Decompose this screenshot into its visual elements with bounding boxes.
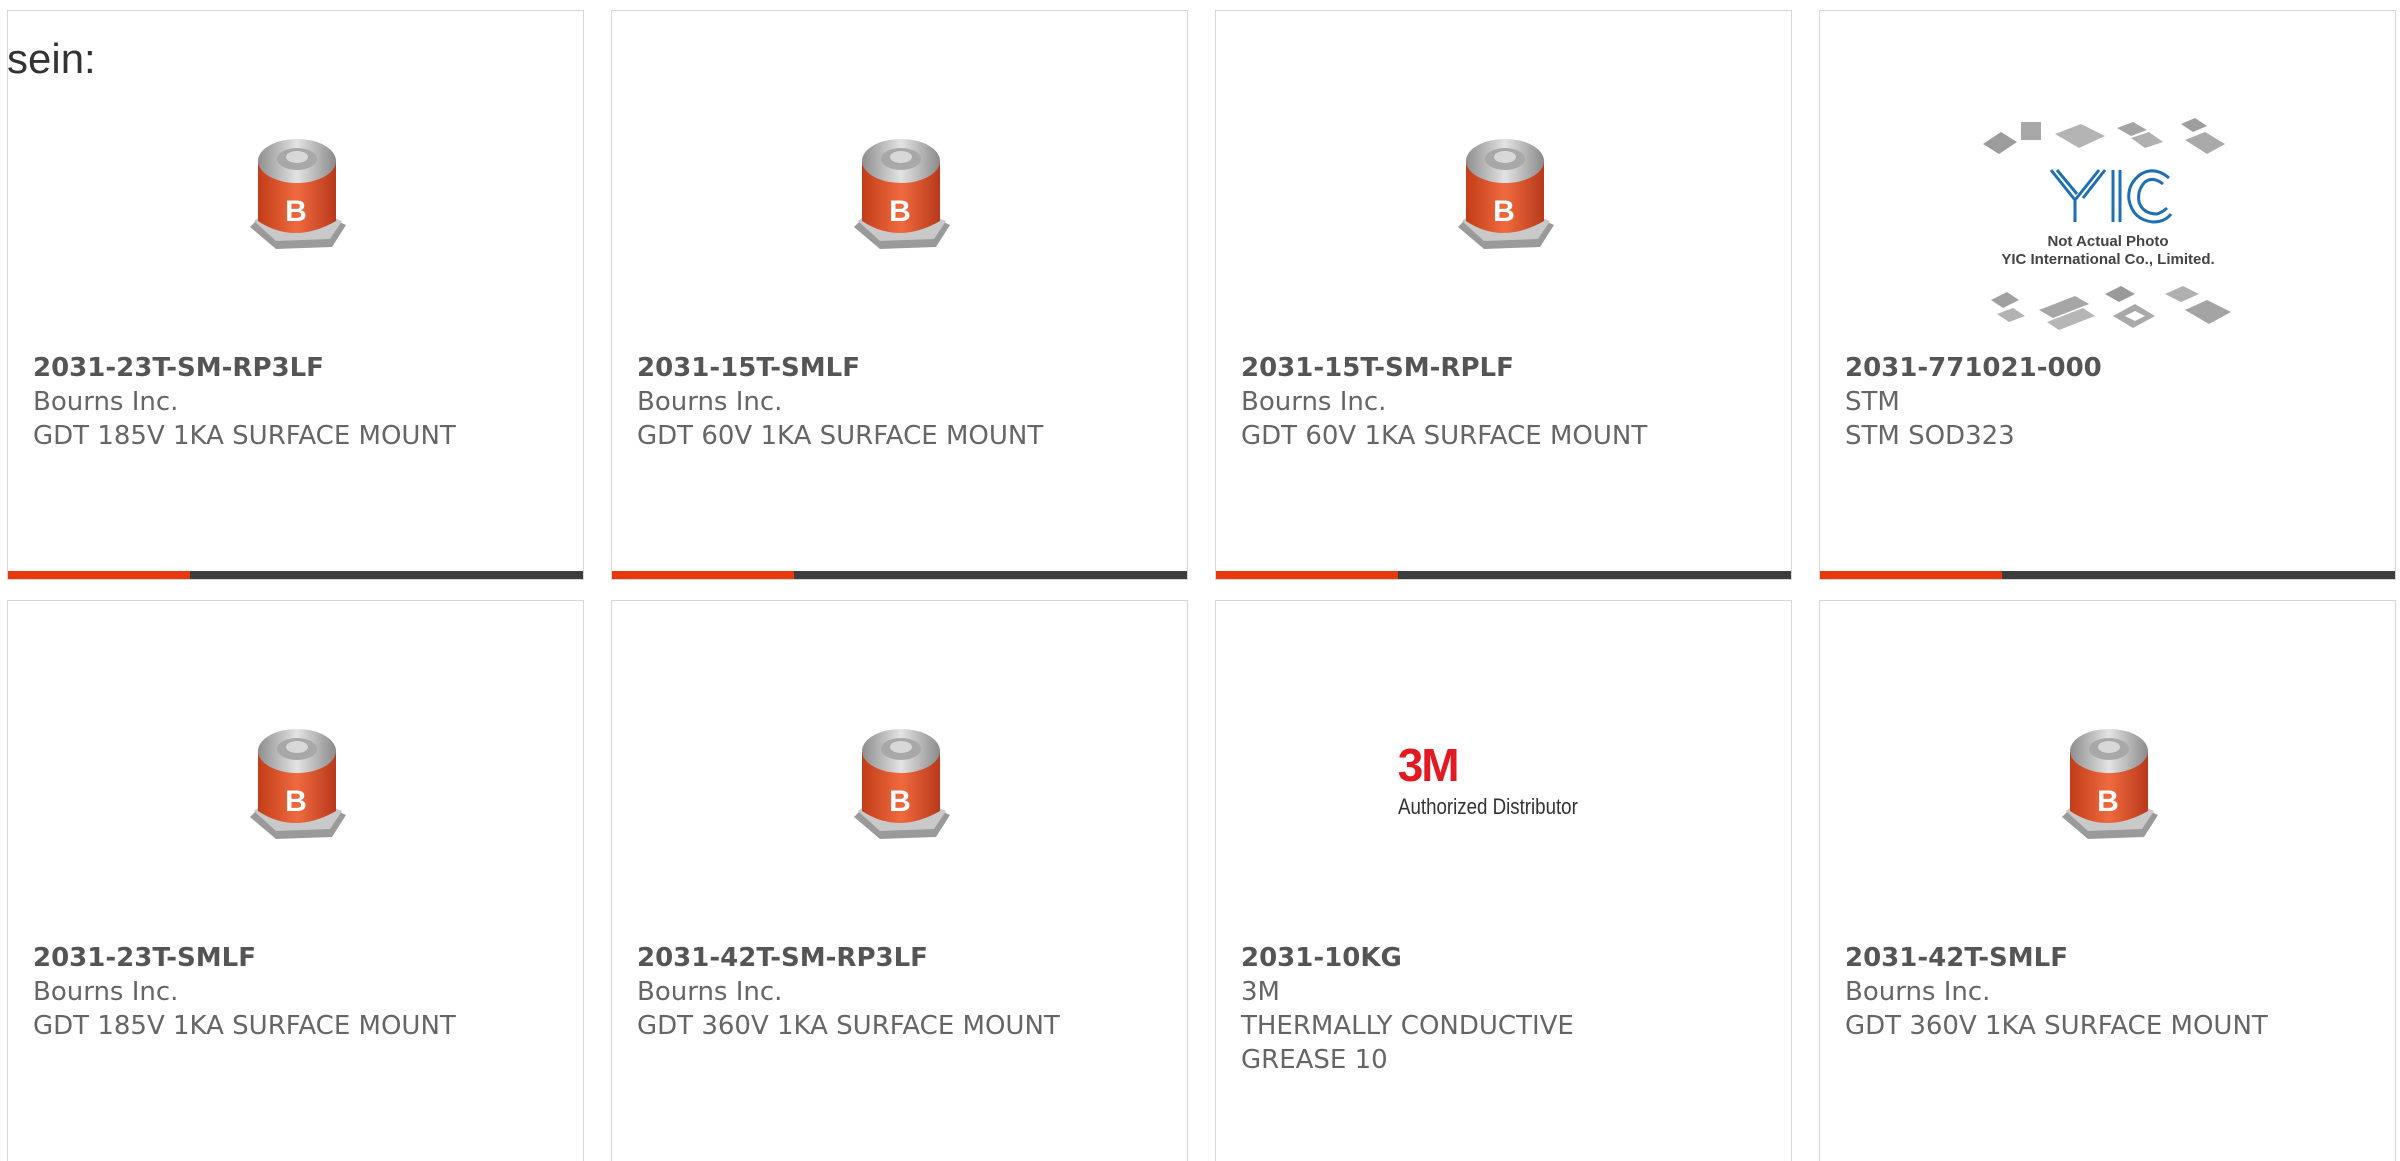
svg-text:B: B [285,785,307,818]
svg-text:B: B [889,195,911,228]
svg-text:Not Actual Photo: Not Actual Photo [2047,233,2168,250]
gas-discharge-tube-icon: B [2061,729,2158,839]
gas-discharge-tube-icon: B [249,729,346,839]
gas-discharge-tube-icon: B [1457,139,1554,249]
part-number-link[interactable]: 2031-771021-000 [1845,351,2375,385]
product-description: GDT 360V 1KA SURFACE MOUNT [637,1011,1060,1041]
svg-text:B: B [1493,195,1515,228]
product-info: 2031-15T-SM-RPLF Bourns Inc. GDT 60V 1KA… [1241,351,1771,453]
manufacturer-name: 3M [1241,977,1280,1007]
manufacturer-name: Bourns Inc. [1845,977,1991,1007]
card-accent-bar [8,571,583,579]
product-description: GDT 60V 1KA SURFACE MOUNT [1241,421,1648,451]
product-image[interactable]: 3M Authorized Distributor [1216,691,1791,871]
section-heading: sein: [7,35,96,82]
svg-text:YIC International Co., Limited: YIC International Co., Limited. [2001,251,2214,268]
part-number-link[interactable]: 2031-15T-SM-RPLF [1241,351,1771,385]
yic-not-actual-photo-icon: Not Actual Photo YIC International Co., … [1982,118,2231,330]
card-accent-bar [1820,571,2395,579]
product-card[interactable]: B 2031-42T-SM-RP3LF Bourns Inc. GDT 360V… [611,600,1188,1161]
manufacturer-name: Bourns Inc. [33,977,179,1007]
product-description: GDT 60V 1KA SURFACE MOUNT [637,421,1044,451]
manufacturer-name: STM [1845,387,1900,417]
product-info: 2031-42T-SM-RP3LF Bourns Inc. GDT 360V 1… [637,941,1167,1043]
part-number-link[interactable]: 2031-23T-SMLF [33,941,563,975]
svg-text:B: B [2097,785,2119,818]
product-description: THERMALLY CONDUCTIVE GREASE 10 [1241,1011,1574,1075]
card-accent-bar [612,571,1187,579]
product-image[interactable]: Not Actual Photo YIC International Co., … [1820,99,2395,349]
part-number-link[interactable]: 2031-42T-SM-RP3LF [637,941,1167,975]
product-card[interactable]: Not Actual Photo YIC International Co., … [1819,10,2396,580]
gas-discharge-tube-icon: B [853,139,950,249]
card-accent-bar [1216,571,1791,579]
product-image[interactable]: B [1216,101,1791,281]
svg-text:B: B [285,195,307,228]
product-card[interactable]: B 2031-15T-SM-RPLF Bourns Inc. GDT 60V 1… [1215,10,1792,580]
product-image[interactable]: B [612,101,1187,281]
product-card[interactable]: 3M Authorized Distributor 2031-10KG 3M T… [1215,600,1792,1161]
product-card[interactable]: B 2031-23T-SMLF Bourns Inc. GDT 185V 1KA… [7,600,584,1161]
product-info: 2031-23T-SM-RP3LF Bourns Inc. GDT 185V 1… [33,351,563,453]
manufacturer-name: Bourns Inc. [1241,387,1387,417]
part-number-link[interactable]: 2031-23T-SM-RP3LF [33,351,563,385]
part-number-link[interactable]: 2031-15T-SMLF [637,351,1167,385]
part-number-link[interactable]: 2031-42T-SMLF [1845,941,2375,975]
3m-logo-icon: 3M Authorized Distributor [1387,730,1620,832]
part-number-link[interactable]: 2031-10KG [1241,941,1771,975]
svg-text:B: B [889,785,911,818]
product-info: 2031-23T-SMLF Bourns Inc. GDT 185V 1KA S… [33,941,563,1043]
product-image[interactable]: B [8,101,583,281]
manufacturer-name: Bourns Inc. [637,977,783,1007]
manufacturer-name: Bourns Inc. [637,387,783,417]
product-image[interactable]: B [1820,691,2395,871]
product-image[interactable]: B [612,691,1187,871]
product-info: 2031-15T-SMLF Bourns Inc. GDT 60V 1KA SU… [637,351,1167,453]
product-card[interactable]: B 2031-15T-SMLF Bourns Inc. GDT 60V 1KA … [611,10,1188,580]
product-info: 2031-42T-SMLF Bourns Inc. GDT 360V 1KA S… [1845,941,2375,1043]
product-info: 2031-771021-000 STM STM SOD323 [1845,351,2375,453]
product-description: GDT 185V 1KA SURFACE MOUNT [33,421,456,451]
gas-discharge-tube-icon: B [853,729,950,839]
product-card[interactable]: B 2031-42T-SMLF Bourns Inc. GDT 360V 1KA… [1819,600,2396,1161]
product-card[interactable]: B 2031-23T-SM-RP3LF Bourns Inc. GDT 185V… [7,10,584,580]
gas-discharge-tube-icon: B [249,139,346,249]
manufacturer-name: Bourns Inc. [33,387,179,417]
product-description: GDT 360V 1KA SURFACE MOUNT [1845,1011,2268,1041]
product-grid-page: sein: B 2031-23T-SM-RP3LF Bourns Inc. GD… [0,0,2400,1161]
product-image[interactable]: B [8,691,583,871]
product-description: GDT 185V 1KA SURFACE MOUNT [33,1011,456,1041]
product-info: 2031-10KG 3M THERMALLY CONDUCTIVE GREASE… [1241,941,1771,1077]
product-description: STM SOD323 [1845,421,2015,451]
